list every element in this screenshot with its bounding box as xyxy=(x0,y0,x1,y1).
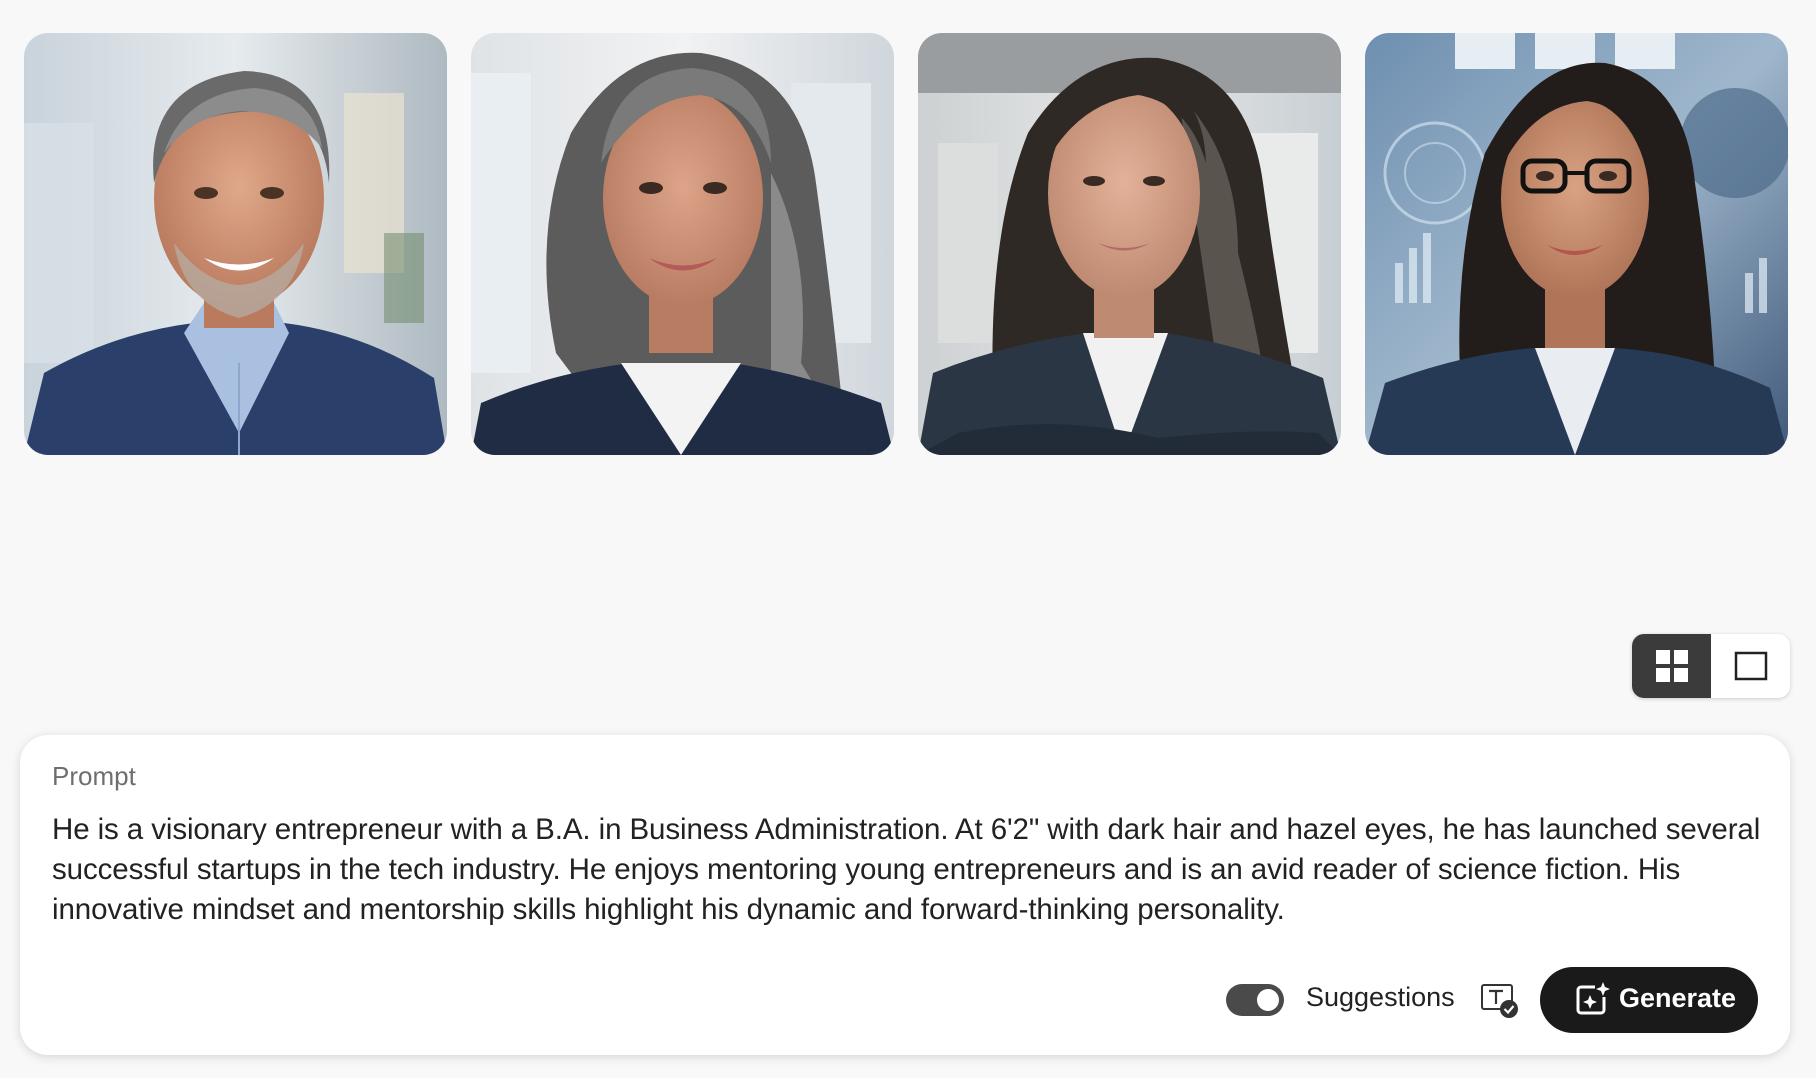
suggestions-toggle[interactable] xyxy=(1226,984,1284,1016)
generate-sparkle-icon xyxy=(1576,982,1610,1015)
square-icon xyxy=(1734,651,1767,681)
generated-image-4[interactable] xyxy=(1365,33,1788,455)
generate-label: Generate xyxy=(1619,983,1737,1013)
prompt-panel: Prompt He is a visionary entrepreneur wi… xyxy=(20,735,1790,1055)
text-style-button[interactable] xyxy=(1480,982,1520,1020)
view-toggle xyxy=(1632,634,1790,698)
image-gallery xyxy=(24,33,1788,455)
suggestions-label[interactable]: Suggestions xyxy=(1306,982,1455,1013)
generate-button[interactable]: Generate xyxy=(1540,967,1758,1033)
single-view-button[interactable] xyxy=(1711,634,1790,698)
grid-view-button[interactable] xyxy=(1632,634,1711,698)
generated-image-3[interactable] xyxy=(918,33,1341,455)
prompt-input[interactable]: He is a visionary entrepreneur with a B.… xyxy=(52,810,1772,930)
app-root: Prompt He is a visionary entrepreneur wi… xyxy=(0,0,1816,1078)
text-check-icon xyxy=(1481,984,1518,1018)
toggle-knob xyxy=(1257,989,1279,1011)
generated-image-1[interactable] xyxy=(24,33,447,455)
generated-image-2[interactable] xyxy=(471,33,894,455)
prompt-label: Prompt xyxy=(52,761,136,791)
grid-icon xyxy=(1655,650,1688,682)
